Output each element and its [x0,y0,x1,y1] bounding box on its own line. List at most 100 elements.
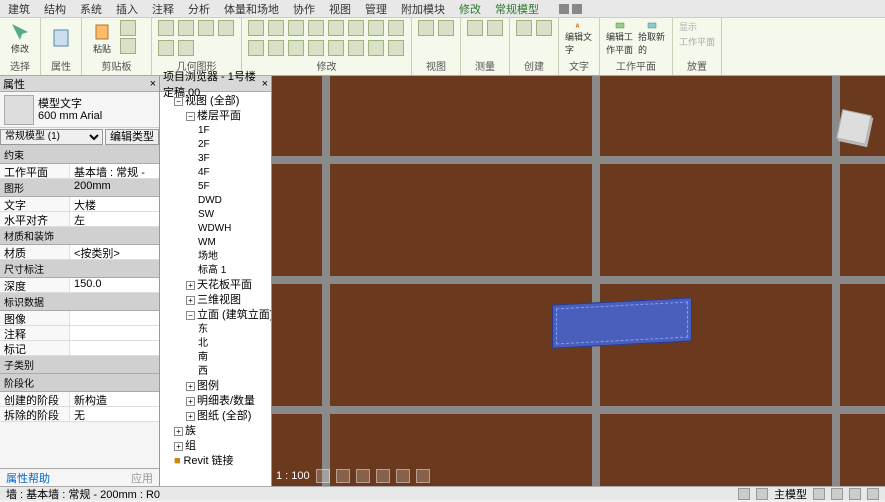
modify-tool[interactable] [348,20,364,36]
expand-icon[interactable]: + [186,412,195,421]
tree-link[interactable]: ■ Revit 链接 [174,454,269,469]
status-icon[interactable] [849,488,861,500]
shadows-icon[interactable] [376,469,390,483]
tree-sched[interactable]: +明细表/数量 [186,394,269,409]
3d-viewport[interactable]: 1 : 100 [272,76,885,486]
tree-floor-item[interactable]: 5F [198,180,269,194]
view-tool[interactable] [438,20,454,36]
modify-tool[interactable] [268,40,284,56]
prop-section-header[interactable]: 材质和装饰 [0,227,159,245]
geom-tool[interactable] [158,40,174,56]
create-tool[interactable] [516,20,532,36]
tree-elev-item[interactable]: 东 [198,323,269,337]
modify-tool[interactable] [328,20,344,36]
type-selector[interactable]: 模型文字 600 mm Arial [0,92,159,128]
properties-button[interactable] [47,20,75,56]
menu-arch[interactable]: 建筑 [8,1,30,17]
prop-row[interactable]: 注释 [0,326,159,341]
tree-floor-item[interactable]: 2F [198,138,269,152]
menu-struct[interactable]: 结构 [44,1,66,17]
geom-tool[interactable] [198,20,214,36]
geom-tool[interactable] [158,20,174,36]
crop-icon[interactable] [396,469,410,483]
prop-row[interactable]: 工作平面基本墙 : 常规 - 200mm [0,164,159,179]
menu-anno[interactable]: 注释 [152,1,174,17]
tree-floor-item[interactable]: DWD [198,194,269,208]
prop-value[interactable]: 新构造 [70,392,159,406]
status-icon[interactable] [756,488,768,500]
prop-value[interactable]: 基本墙 : 常规 - 200mm [70,164,159,178]
tree-root[interactable]: −视图 (全部) −楼层平面 1F2F3F4F5FDWDSWWDWHWM场地标高… [174,94,269,424]
edit-text-button[interactable]: A编辑文字 [565,20,593,56]
tree-floor-item[interactable]: 4F [198,166,269,180]
qat-icon[interactable] [572,4,582,14]
menu-mass[interactable]: 体量和场地 [224,1,279,17]
modify-tool[interactable] [388,40,404,56]
instance-selector[interactable]: 常规模型 (1) [0,129,103,145]
expand-icon[interactable]: + [186,397,195,406]
status-icon[interactable] [738,488,750,500]
menu-analyze[interactable]: 分析 [188,1,210,17]
workplane-place[interactable]: 工作平面 [679,35,715,48]
tree-elev-item[interactable]: 北 [198,337,269,351]
status-icon[interactable] [813,488,825,500]
show-button[interactable]: 显示 [679,20,697,33]
tree-floorplans[interactable]: −楼层平面 1F2F3F4F5FDWDSWWDWHWM场地标高 1 [186,109,269,278]
modify-tool-button[interactable]: 修改 [6,20,34,56]
menu-view[interactable]: 视图 [329,1,351,17]
menu-collab[interactable]: 协作 [293,1,315,17]
modify-tool[interactable] [348,40,364,56]
detail-level-icon[interactable] [316,469,330,483]
tree-sheets[interactable]: +图纸 (全部) [186,409,269,424]
prop-value[interactable]: <按类别> [70,245,159,259]
prop-value[interactable] [70,326,159,340]
modify-tool[interactable] [308,20,324,36]
join-cut-button[interactable] [120,38,136,54]
geom-tool[interactable] [178,40,194,56]
prop-value[interactable] [70,311,159,325]
tree-3d[interactable]: +三维视图 [186,293,269,308]
expand-icon[interactable]: + [174,427,183,436]
prop-section-header[interactable]: 约束 [0,146,159,164]
prop-value[interactable]: 无 [70,407,159,421]
prop-row[interactable]: 文字大楼 [0,197,159,212]
measure-tool[interactable] [487,20,503,36]
prop-row[interactable]: 标记 [0,341,159,356]
prop-section-header[interactable]: 阶段化 [0,374,159,392]
menu-generic[interactable]: 常规模型 [495,1,539,17]
prop-row[interactable]: 深度150.0 [0,278,159,293]
selected-model-text[interactable] [552,301,692,361]
view-cube[interactable] [833,106,877,150]
modify-tool[interactable] [328,40,344,56]
status-model[interactable]: 主模型 [774,486,807,502]
modify-tool[interactable] [248,40,264,56]
menu-addin[interactable]: 附加模块 [401,1,445,17]
prop-value[interactable]: 大楼 [70,197,159,211]
expand-icon[interactable]: + [174,442,183,451]
tree-ceiling[interactable]: +天花板平面 [186,278,269,293]
sun-path-icon[interactable] [356,469,370,483]
prop-section-header[interactable]: 标识数据 [0,293,159,311]
prop-value[interactable]: 150.0 [70,278,159,292]
scale-control[interactable]: 1 : 100 [276,470,310,482]
tree-floor-item[interactable]: 3F [198,152,269,166]
prop-row[interactable]: 拆除的阶段无 [0,407,159,422]
close-icon[interactable]: × [150,78,156,90]
tree-floor-item[interactable]: 标高 1 [198,264,269,278]
tree-elev[interactable]: −立面 (建筑立面) 东北南西 [186,308,269,379]
edit-workplane-button[interactable]: 编辑工作平面 [606,20,634,56]
geom-tool[interactable] [178,20,194,36]
prop-value[interactable]: 左 [70,212,159,226]
expand-icon[interactable]: + [186,382,195,391]
geom-tool[interactable] [218,20,234,36]
modify-tool[interactable] [288,40,304,56]
collapse-icon[interactable]: − [174,97,183,106]
modify-tool[interactable] [248,20,264,36]
prop-value[interactable] [70,341,159,355]
tree-floor-item[interactable]: SW [198,208,269,222]
properties-help-link[interactable]: 属性帮助 [6,470,50,486]
tree-fam[interactable]: +族 [174,424,269,439]
menu-manage[interactable]: 管理 [365,1,387,17]
status-icon[interactable] [831,488,843,500]
tree-grp[interactable]: +组 [174,439,269,454]
